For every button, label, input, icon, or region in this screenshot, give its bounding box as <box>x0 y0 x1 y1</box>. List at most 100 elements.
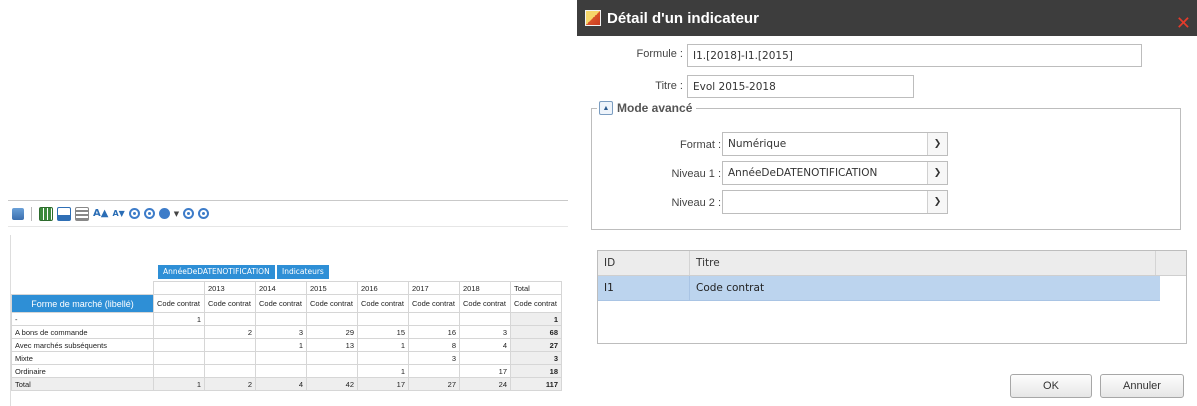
row-label[interactable]: Ordinaire <box>11 364 154 378</box>
titre-label: Titre : <box>655 80 683 92</box>
pivot-data-row: Avec marchés subséquents 1 13 1 8 4 27 <box>11 338 562 352</box>
grid-header-filler <box>1156 251 1186 275</box>
value-cell: 2 <box>204 377 256 391</box>
cancel-button[interactable]: Annuler <box>1100 374 1184 398</box>
format-select[interactable]: Numérique ❯ <box>722 132 948 156</box>
value-cell <box>204 338 256 352</box>
value-cell <box>408 312 460 326</box>
value-cell: 18 <box>510 364 562 378</box>
pivot-toolbar: A▲ A▼ ▼ <box>8 201 568 227</box>
year-header[interactable]: 2016 <box>357 281 409 295</box>
chart-icon[interactable] <box>57 206 71 221</box>
measure-header: Code contrat <box>510 294 562 313</box>
chevron-down-icon[interactable]: ❯ <box>927 162 947 184</box>
year-header-empty <box>153 281 205 295</box>
value-cell: 15 <box>357 325 409 339</box>
pivot-rows: -11A bons de commande 2 3 29 15 16 3 68 Avec mar… <box>11 312 562 391</box>
value-cell <box>204 351 256 365</box>
data-field-chip[interactable]: Indicateurs <box>277 265 329 279</box>
year-header[interactable]: Total <box>510 281 562 295</box>
value-cell <box>255 351 307 365</box>
font-increase-icon[interactable]: A▲ <box>93 208 108 219</box>
value-cell: 2 <box>204 325 256 339</box>
expand-icon[interactable] <box>183 208 195 219</box>
value-cell: 1 <box>255 338 307 352</box>
font-decrease-icon[interactable]: A▼ <box>112 209 124 218</box>
play-icon[interactable] <box>158 208 170 219</box>
collapse-all-icon[interactable] <box>143 208 155 219</box>
grid-icon[interactable] <box>39 206 53 221</box>
column-field-chip[interactable]: AnnéeDeDATENOTIFICATION <box>158 265 275 279</box>
close-icon[interactable]: ✕ <box>1176 15 1191 33</box>
format-label: Format : <box>680 139 721 151</box>
value-cell <box>306 312 358 326</box>
layout-icon[interactable] <box>75 206 89 221</box>
measure-header: Code contrat <box>204 294 256 313</box>
value-cell: 17 <box>357 377 409 391</box>
measure-header: Code contrat <box>153 294 205 313</box>
grid-row[interactable]: I1 Code contrat <box>598 276 1160 301</box>
value-cell: 3 <box>510 351 562 365</box>
value-cell: 24 <box>459 377 511 391</box>
year-header[interactable]: 2014 <box>255 281 307 295</box>
collapse-toggle-icon[interactable]: ▲ <box>599 101 613 115</box>
measure-header-row: Forme de marché (libellé) Code contrat C… <box>11 294 562 313</box>
year-header[interactable]: 2013 <box>204 281 256 295</box>
value-cell: 68 <box>510 325 562 339</box>
titre-input[interactable] <box>687 75 914 98</box>
expand-all-icon[interactable] <box>128 208 140 219</box>
value-cell: 1 <box>357 364 409 378</box>
indicator-grid: ID Titre I1 Code contrat <box>597 250 1187 344</box>
grid-cell-id: I1 <box>598 276 690 300</box>
formule-input[interactable] <box>687 44 1142 67</box>
value-cell: 3 <box>459 325 511 339</box>
formule-label: Formule : <box>636 48 683 60</box>
format-select-value: Numérique <box>728 138 787 150</box>
value-cell: 1 <box>153 312 205 326</box>
grid-header-titre[interactable]: Titre <box>690 251 1156 275</box>
value-cell: 27 <box>510 338 562 352</box>
value-cell: 1 <box>153 377 205 391</box>
pivot-data-row: Ordinaire 1 17 18 <box>11 364 562 378</box>
value-cell: 4 <box>255 377 307 391</box>
year-header[interactable]: 2018 <box>459 281 511 295</box>
dialog-title: Détail d'un indicateur <box>607 9 759 27</box>
row-field-header[interactable]: Forme de marché (libellé) <box>11 294 154 313</box>
grid-header-id[interactable]: ID <box>598 251 690 275</box>
year-header-row: 2013 2014 2015 2016 2017 2018 Total <box>12 281 562 295</box>
toolbar-separator <box>31 206 32 221</box>
row-label[interactable]: Mixte <box>11 351 154 365</box>
empty-corner <box>12 282 154 295</box>
value-cell: 3 <box>255 325 307 339</box>
dropdown-caret-icon[interactable]: ▼ <box>174 210 179 218</box>
value-cell: 42 <box>306 377 358 391</box>
export-icon[interactable] <box>12 207 24 220</box>
row-label[interactable]: Total <box>11 377 154 391</box>
chevron-down-icon[interactable]: ❯ <box>927 133 947 155</box>
value-cell <box>408 364 460 378</box>
value-cell <box>459 312 511 326</box>
niveau2-select[interactable]: ❯ <box>722 190 948 214</box>
pivot-body: AnnéeDeDATENOTIFICATION Indicateurs 2013… <box>10 235 566 406</box>
dialog-titlebar[interactable]: Détail d'un indicateur <box>577 0 1197 36</box>
value-cell <box>306 364 358 378</box>
row-label[interactable]: - <box>11 312 154 326</box>
row-label[interactable]: Avec marchés subséquents <box>11 338 154 352</box>
row-label[interactable]: A bons de commande <box>11 325 154 339</box>
value-cell: 117 <box>510 377 562 391</box>
chevron-down-icon[interactable]: ❯ <box>927 191 947 213</box>
value-cell: 29 <box>306 325 358 339</box>
value-cell: 4 <box>459 338 511 352</box>
year-header[interactable]: 2015 <box>306 281 358 295</box>
value-cell: 3 <box>408 351 460 365</box>
niveau1-select[interactable]: AnnéeDeDATENOTIFICATION ❯ <box>722 161 948 185</box>
pivot-data-row: A bons de commande 2 3 29 15 16 3 68 <box>11 325 562 339</box>
collapse-icon[interactable] <box>198 208 210 219</box>
ok-button[interactable]: OK <box>1010 374 1092 398</box>
indicator-dialog: Détail d'un indicateur ✕ Formule : Titre… <box>577 0 1197 405</box>
year-header[interactable]: 2017 <box>408 281 460 295</box>
value-cell <box>459 351 511 365</box>
value-cell <box>153 364 205 378</box>
niveau1-select-value: AnnéeDeDATENOTIFICATION <box>728 167 878 179</box>
niveau2-label: Niveau 2 : <box>671 197 721 209</box>
